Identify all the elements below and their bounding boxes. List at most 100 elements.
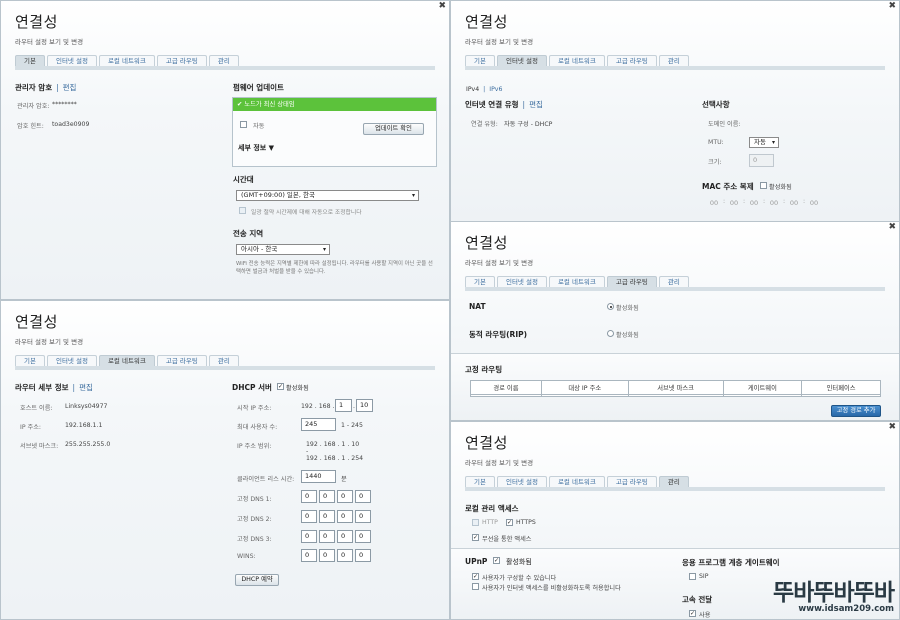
tab-basic[interactable]: 기본 xyxy=(15,355,45,366)
start-ip-label: 시작 IP 주소: xyxy=(237,405,272,412)
mac-octet-4[interactable]: 00 xyxy=(768,198,780,211)
timezone-heading: 시간대 xyxy=(233,175,254,184)
wins-octet-1[interactable]: 0 xyxy=(301,549,317,562)
panel-advanced-routing: ✖ 연결성 라우터 설정 보기 및 변경 기본 인터넷 설정 로컬 네트워크 고… xyxy=(450,221,900,421)
sip-label: SIP xyxy=(699,573,709,580)
dns3-octet-2[interactable]: 0 xyxy=(319,530,335,543)
lease-time-input[interactable]: 1440 xyxy=(301,470,336,483)
dhcp-reservation-button[interactable]: DHCP 예약 xyxy=(235,574,279,586)
upnp-user-config-checkbox[interactable]: ✓ xyxy=(472,573,479,580)
dns1-octet-2[interactable]: 0 xyxy=(319,490,335,503)
tab-local-network[interactable]: 로컬 네트워크 xyxy=(548,476,605,487)
upnp-enabled-checkbox[interactable]: ✓ xyxy=(493,557,500,564)
tab-advanced-routing[interactable]: 고급 라우팅 xyxy=(156,355,207,366)
auto-update-checkbox[interactable] xyxy=(240,121,247,128)
tab-advanced-routing[interactable]: 고급 라우팅 xyxy=(606,55,657,66)
tab-advanced-routing[interactable]: 고급 라우팅 xyxy=(156,55,207,66)
dns1-octet-4[interactable]: 0 xyxy=(355,490,371,503)
dns2-octet-4[interactable]: 0 xyxy=(355,510,371,523)
details-toggle[interactable]: 세부 정보 ▼ xyxy=(238,143,274,153)
tab-bar: 기본 인터넷 설정 로컬 네트워크 고급 라우팅 관리 xyxy=(465,476,885,491)
tab-admin[interactable]: 관리 xyxy=(208,355,239,366)
tab-basic[interactable]: 기본 xyxy=(465,55,495,66)
watermark-logo: 뚜바뚜바뚜바 www.idsam209.com xyxy=(773,582,895,615)
tab-basic[interactable]: 기본 xyxy=(15,55,45,66)
tab-internet[interactable]: 인터넷 설정 xyxy=(46,55,97,66)
rip-enabled-radio[interactable] xyxy=(607,330,614,337)
edit-link[interactable]: 편집 xyxy=(79,383,93,392)
tab-ipv6[interactable]: IPv6 xyxy=(489,86,502,93)
tab-ipv4[interactable]: IPv4 xyxy=(466,86,479,93)
tab-admin[interactable]: 관리 xyxy=(658,476,689,487)
subnet-mask-value: 255.255.255.0 xyxy=(65,441,111,448)
mac-octet-6[interactable]: 00 xyxy=(808,198,820,211)
close-icon[interactable]: ✖ xyxy=(888,423,896,432)
tab-advanced-routing[interactable]: 고급 라우팅 xyxy=(606,276,657,287)
check-update-button[interactable]: 업데이트 확인 xyxy=(363,123,424,135)
wireless-access-label: 무선을 통한 액세스 xyxy=(482,536,532,543)
sip-checkbox[interactable] xyxy=(689,573,696,580)
tab-internet[interactable]: 인터넷 설정 xyxy=(46,355,97,366)
tab-advanced-routing[interactable]: 고급 라우팅 xyxy=(606,476,657,487)
nat-enabled-radio[interactable] xyxy=(607,303,614,310)
wireless-access-checkbox[interactable]: ✓ xyxy=(472,534,479,541)
dns2-octet-3[interactable]: 0 xyxy=(337,510,353,523)
dns1-octet-1[interactable]: 0 xyxy=(301,490,317,503)
mtu-select[interactable]: 자동 ▾ xyxy=(749,137,779,148)
wins-octet-3[interactable]: 0 xyxy=(337,549,353,562)
tab-internet[interactable]: 인터넷 설정 xyxy=(496,476,547,487)
edit-link[interactable]: 편집 xyxy=(529,100,543,109)
firmware-status-banner: ✔ 노드가 최신 상태임 xyxy=(233,98,436,111)
tab-local-network[interactable]: 로컬 네트워크 xyxy=(98,355,155,366)
dns2-octet-1[interactable]: 0 xyxy=(301,510,317,523)
tab-local-network[interactable]: 로컬 네트워크 xyxy=(548,55,605,66)
edit-link[interactable]: 편집 xyxy=(63,83,77,92)
dhcp-enabled-checkbox[interactable]: ✓ xyxy=(277,383,284,390)
mac-octet-1[interactable]: 00 xyxy=(708,198,720,211)
https-checkbox[interactable]: ✓ xyxy=(506,519,513,526)
tab-local-network[interactable]: 로컬 네트워크 xyxy=(548,276,605,287)
start-ip-octet-4[interactable]: 10 xyxy=(356,399,373,412)
panel-local-network: 연결성 라우터 설정 보기 및 변경 기본 인터넷 설정 로컬 네트워크 고급 … xyxy=(0,300,450,620)
mac-octet-3[interactable]: 00 xyxy=(748,198,760,211)
upnp-disable-internet-checkbox[interactable] xyxy=(472,583,479,590)
wins-octet-4[interactable]: 0 xyxy=(355,549,371,562)
close-icon[interactable]: ✖ xyxy=(888,2,896,11)
upnp-user-config-label: 사용자가 구성할 수 있습니다 xyxy=(482,575,557,582)
mac-clone-checkbox[interactable] xyxy=(760,182,767,189)
page-title: 연결성 xyxy=(465,434,508,452)
mac-octet-5[interactable]: 00 xyxy=(788,198,800,211)
tab-basic[interactable]: 기본 xyxy=(465,476,495,487)
dns3-octet-3[interactable]: 0 xyxy=(337,530,353,543)
tab-admin[interactable]: 관리 xyxy=(658,276,689,287)
dns1-octet-3[interactable]: 0 xyxy=(337,490,353,503)
max-users-input[interactable]: 245 xyxy=(301,418,336,431)
tab-basic[interactable]: 기본 xyxy=(465,276,495,287)
connection-type-heading: 인터넷 연결 유형 | 편집 xyxy=(465,100,543,109)
dns3-octet-4[interactable]: 0 xyxy=(355,530,371,543)
tab-internet[interactable]: 인터넷 설정 xyxy=(496,276,547,287)
tab-admin[interactable]: 관리 xyxy=(208,55,239,66)
tab-internet[interactable]: 인터넷 설정 xyxy=(496,55,547,66)
lease-time-label: 클라이언트 리스 시간: xyxy=(237,476,295,483)
express-forwarding-checkbox[interactable]: ✓ xyxy=(689,610,696,617)
column-gateway: 게이트웨이 xyxy=(722,380,803,395)
dns2-octet-2[interactable]: 0 xyxy=(319,510,335,523)
add-static-route-button[interactable]: 고정 경로 추가 xyxy=(831,405,881,417)
alg-heading: 응용 프로그램 계층 게이트웨이 xyxy=(682,558,780,567)
close-icon[interactable]: ✖ xyxy=(438,2,446,11)
page-subtitle: 라우터 설정 보기 및 변경 xyxy=(15,38,84,46)
start-ip-octet-3[interactable]: 1 xyxy=(335,399,352,412)
wins-octet-2[interactable]: 0 xyxy=(319,549,335,562)
tab-local-network[interactable]: 로컬 네트워크 xyxy=(98,55,155,66)
dns3-octet-1[interactable]: 0 xyxy=(301,530,317,543)
region-select[interactable]: 아시아 - 한국 ▾ xyxy=(236,244,330,255)
upnp-heading: UPnP xyxy=(465,557,488,566)
tab-admin[interactable]: 관리 xyxy=(658,55,689,66)
http-checkbox[interactable] xyxy=(472,519,479,526)
close-icon[interactable]: ✖ xyxy=(888,223,896,232)
size-input[interactable]: 0 xyxy=(749,154,774,167)
timezone-select[interactable]: (GMT+09:00) 일본, 한국 ▾ xyxy=(236,190,419,201)
dst-checkbox[interactable] xyxy=(239,207,246,214)
mac-octet-2[interactable]: 00 xyxy=(728,198,740,211)
